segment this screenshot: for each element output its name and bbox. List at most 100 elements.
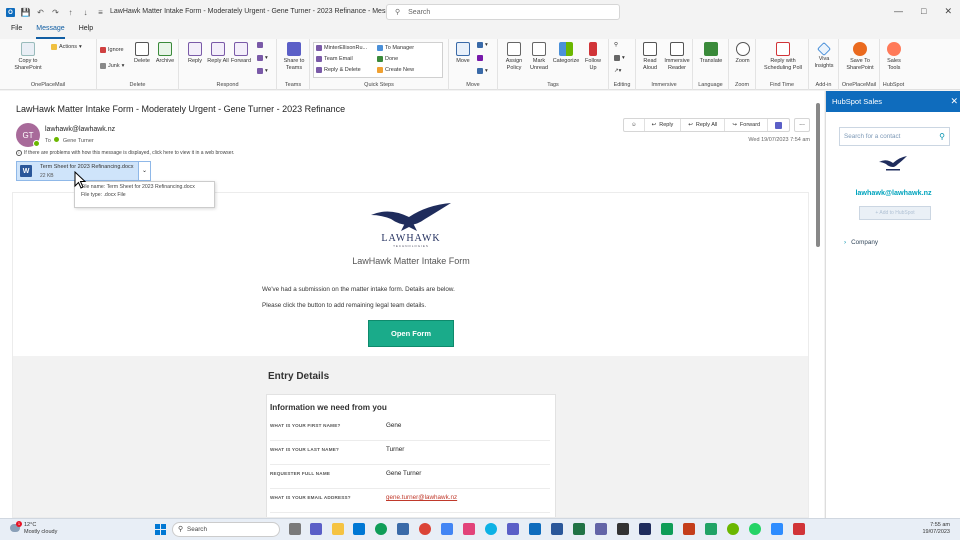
app-icon[interactable]: [705, 523, 717, 535]
more-respond-icon[interactable]: ▾: [257, 68, 268, 74]
teams-chat-button[interactable]: [768, 119, 789, 131]
app-icon[interactable]: [397, 523, 409, 535]
close-icon[interactable]: ✕: [944, 6, 952, 17]
app-icon[interactable]: [661, 523, 673, 535]
menu-file[interactable]: File: [11, 25, 22, 37]
undo-icon[interactable]: ↶: [36, 8, 45, 17]
more-actions-button[interactable]: ...: [794, 118, 810, 132]
recipient-name[interactable]: Gene Turner: [63, 138, 94, 144]
minimize-icon[interactable]: —: [894, 6, 903, 17]
app-icon[interactable]: [793, 523, 805, 535]
search-box[interactable]: ⚲ Search: [386, 4, 620, 20]
forward-ribbon-button[interactable]: Forward: [229, 42, 253, 65]
itunes-icon[interactable]: [463, 523, 475, 535]
contact-email[interactable]: lawhawk@lawhawk.nz: [826, 188, 960, 197]
translate-button[interactable]: Translate: [695, 42, 727, 65]
quickstep-1[interactable]: MinterEllisonRu...: [316, 45, 367, 51]
clock[interactable]: 7:55 am 19/07/2023: [922, 522, 950, 536]
reply-with-poll-button[interactable]: Reply with Scheduling Poll: [758, 42, 808, 71]
related-icon[interactable]: ▾: [614, 55, 625, 61]
delete-button[interactable]: Delete: [131, 42, 153, 65]
store-icon[interactable]: [353, 523, 365, 535]
taskbar-search[interactable]: ⚲ Search: [172, 522, 280, 537]
whatsapp-icon[interactable]: [749, 523, 761, 535]
company-section[interactable]: › Company: [844, 239, 883, 246]
quickstep-6[interactable]: Create New: [377, 67, 414, 73]
excel-icon[interactable]: [573, 523, 585, 535]
restore-icon[interactable]: □: [921, 6, 926, 17]
app-icon[interactable]: [639, 523, 651, 535]
quickstep-5[interactable]: Done: [377, 56, 398, 62]
share-to-teams-button[interactable]: Share to Teams: [279, 42, 309, 71]
chrome-icon[interactable]: [419, 523, 431, 535]
chevron-down-icon[interactable]: ⌄: [138, 162, 150, 180]
more-move-icon[interactable]: ▾: [477, 68, 488, 74]
close-icon[interactable]: ✕: [950, 96, 958, 107]
app-icon[interactable]: [441, 523, 453, 535]
emoji-button[interactable]: ☺: [624, 119, 645, 131]
reply-button[interactable]: ↩ Reply: [645, 119, 682, 131]
ribbon: Copy to SharePoint OnePlaceMail Actions …: [0, 39, 960, 90]
app-icon[interactable]: [617, 523, 629, 535]
down-arrow-icon[interactable]: ↓: [81, 8, 90, 17]
meeting-reply-icon[interactable]: [257, 42, 263, 48]
viva-insights-button[interactable]: Viva Insights: [811, 41, 837, 69]
open-form-button[interactable]: Open Form: [368, 320, 454, 347]
sales-tools-button[interactable]: Sales Tools: [882, 42, 906, 71]
categorize-button[interactable]: Categorize: [551, 42, 581, 65]
ignore-button[interactable]: Ignore: [100, 47, 124, 53]
quickstep-4[interactable]: To Manager: [377, 45, 414, 51]
save-icon[interactable]: 💾: [21, 8, 31, 17]
assign-policy-button[interactable]: Assign Policy: [501, 42, 527, 71]
im-reply-icon[interactable]: ▾: [257, 55, 268, 61]
rules-icon[interactable]: ▾: [477, 42, 488, 48]
edge-icon[interactable]: [375, 523, 387, 535]
weather-widget[interactable]: 1 12°C Mostly cloudy: [10, 521, 57, 536]
mark-unread-button[interactable]: Mark Unread: [527, 42, 551, 71]
outlook-icon[interactable]: [529, 523, 541, 535]
up-arrow-icon[interactable]: ↑: [66, 8, 75, 17]
sender-email[interactable]: lawhawk@lawhawk.nz: [45, 126, 115, 133]
follow-up-button[interactable]: Follow Up: [581, 42, 605, 71]
scrollbar-thumb[interactable]: [816, 103, 820, 247]
email-link[interactable]: gene.turner@lawhawk.nz: [386, 494, 457, 501]
quickstep-3[interactable]: Reply & Delete: [316, 67, 361, 73]
app-icon[interactable]: [595, 523, 607, 535]
reply-all-button[interactable]: ↩ Reply All: [681, 119, 726, 131]
powerpoint-icon[interactable]: [683, 523, 695, 535]
customize-toolbar-icon[interactable]: ≡: [96, 8, 105, 17]
teams-icon[interactable]: [507, 523, 519, 535]
onenote-icon[interactable]: [477, 55, 483, 61]
save-to-sharepoint-button[interactable]: Save To SharePoint: [841, 42, 879, 71]
info-bar[interactable]: i If there are problems with how this me…: [16, 150, 234, 156]
read-aloud-button[interactable]: Read Aloud: [638, 42, 662, 71]
immersive-reader-button[interactable]: Immersive Reader: [662, 42, 692, 71]
forward-button[interactable]: ↪ Forward: [725, 119, 769, 131]
reply-all-ribbon-button[interactable]: Reply All: [207, 42, 229, 65]
task-view-icon[interactable]: [289, 523, 301, 535]
redo-icon[interactable]: ↷: [51, 8, 60, 17]
move-button[interactable]: Move: [452, 42, 474, 65]
app-icon[interactable]: [727, 523, 739, 535]
select-icon[interactable]: ↗▾: [614, 68, 621, 74]
menu-help[interactable]: Help: [79, 25, 93, 37]
envelope-icon: [316, 56, 322, 62]
archive-button[interactable]: Archive: [153, 42, 177, 65]
app-icon[interactable]: [771, 523, 783, 535]
menu-message[interactable]: Message: [36, 25, 66, 39]
chat-icon[interactable]: [310, 523, 322, 535]
find-icon[interactable]: ⚲: [614, 42, 618, 48]
file-explorer-icon[interactable]: [332, 523, 344, 535]
contact-search-input[interactable]: Search for a contact ⚲: [839, 127, 950, 146]
add-to-hubspot-button[interactable]: + Add to HubSpot: [859, 206, 931, 220]
copy-to-sharepoint-button[interactable]: Copy to SharePoint: [8, 42, 48, 71]
scrollbar[interactable]: [815, 95, 821, 519]
junk-button[interactable]: Junk ▾: [100, 63, 124, 69]
actions-button[interactable]: Actions ▾: [51, 44, 82, 50]
word-icon[interactable]: [551, 523, 563, 535]
quickstep-2[interactable]: Team Email: [316, 56, 353, 62]
start-icon[interactable]: [155, 524, 166, 535]
reply-ribbon-button[interactable]: Reply: [183, 42, 207, 65]
app-icon[interactable]: [485, 523, 497, 535]
zoom-button[interactable]: Zoom: [731, 42, 754, 65]
